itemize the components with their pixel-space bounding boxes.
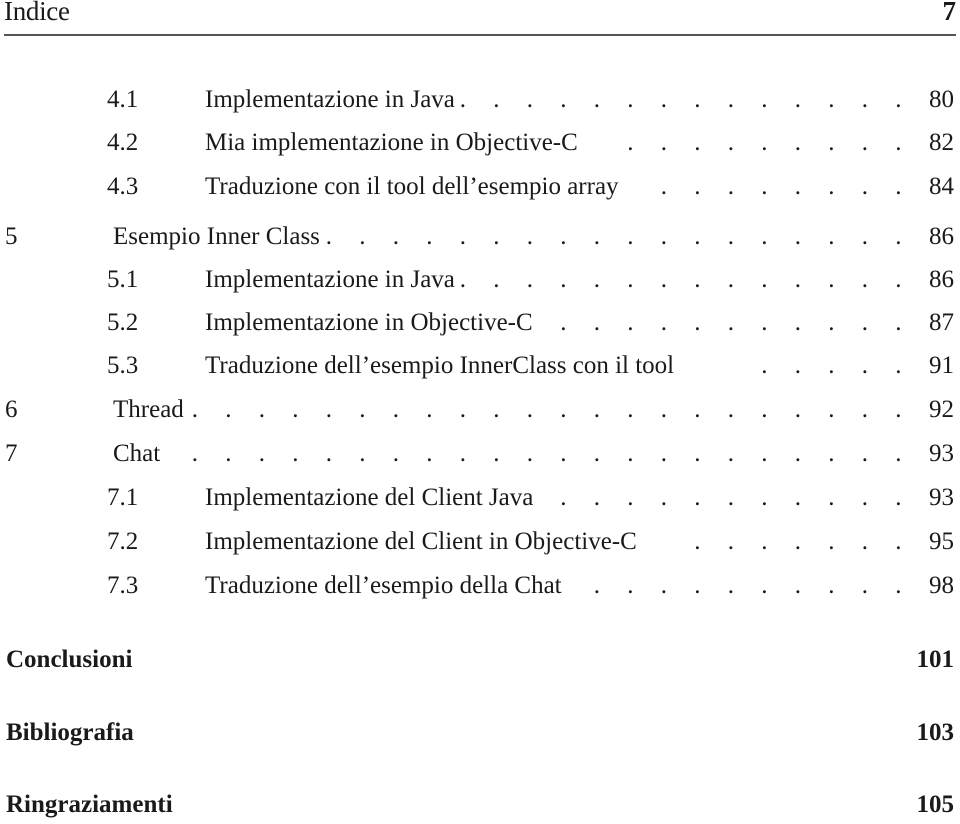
toc-entry-title-wrap: Implementazione del Client in Objective-… — [205, 525, 912, 559]
toc-entry-number: 7.3 — [107, 572, 139, 599]
toc-entry-page: 87 — [929, 309, 954, 336]
toc-entry-number: 4.2 — [107, 129, 139, 156]
toc-entry-6[interactable]: 6 Thread . . . . . . . . . . . . . . . .… — [0, 393, 960, 427]
toc-entry-page: 91 — [929, 352, 954, 379]
toc-entry-number: 7.1 — [107, 484, 139, 511]
toc-entry-title: Implementazione in Objective-C — [205, 306, 539, 340]
toc-entry-title-wrap: Bibliografia — [6, 716, 880, 750]
dot-leader: . . . . . . . — [694, 528, 912, 555]
toc-entry-title: Traduzione dell’esempio InnerClass con i… — [205, 349, 681, 383]
toc-entry-title-wrap: Thread . . . . . . . . . . . . . . . . .… — [113, 393, 912, 427]
toc-entry-page: 93 — [929, 440, 954, 467]
toc-entry-title-wrap: Implementazione del Client Java . . . . … — [205, 481, 912, 515]
toc-entry-page: 80 — [929, 86, 954, 113]
toc-entry-title-wrap: Implementazione in Java . . . . . . . . … — [205, 263, 912, 297]
toc-entry-page: 86 — [929, 266, 954, 293]
toc-entry-4-1[interactable]: 4.1 Implementazione in Java . . . . . . … — [0, 83, 960, 117]
toc-entry-bibliografia[interactable]: Bibliografia 103 — [0, 716, 960, 750]
toc-entry-title: Traduzione dell’esempio della Chat — [205, 569, 568, 603]
toc-entry-title-wrap: Esempio Inner Class . . . . . . . . . . … — [113, 220, 912, 254]
dot-leader: . . . . . . . . — [660, 173, 912, 200]
toc-entry-number: 5 — [5, 223, 18, 250]
toc-entry-title-wrap: Chat . . . . . . . . . . . . . . . . . .… — [113, 437, 912, 471]
header-title: Indice — [4, 0, 70, 26]
dot-leader: . . . . . . . . . . . . . . . . . . . . … — [190, 396, 912, 423]
toc-entry-4-2[interactable]: 4.2 Mia implementazione in Objective-C .… — [0, 126, 960, 160]
toc-entry-page: 95 — [929, 528, 954, 555]
dot-leader: . . . . . . . . . . . . . . . . . . . . … — [166, 440, 912, 467]
toc-entry-title: Esempio Inner Class — [113, 220, 326, 254]
toc-entry-number: 7.2 — [107, 528, 139, 555]
dot-leader: . . . . . . . . . . . . . — [539, 484, 912, 511]
toc-entry-number: 5.3 — [107, 352, 139, 379]
toc-entry-title-wrap: Traduzione dell’esempio InnerClass con i… — [205, 349, 912, 383]
dot-leader: . . . . . . . . . . . . . — [539, 309, 912, 336]
toc-entry-title: Implementazione in Java — [205, 83, 461, 117]
toc-entry-number: 5.2 — [107, 309, 139, 336]
toc-entry-number: 7 — [5, 440, 18, 467]
toc-entry-page: 92 — [929, 396, 954, 423]
toc-entry-title: Traduzione con il tool dell’esempio arra… — [205, 170, 625, 204]
toc-entry-ringraziamenti[interactable]: Ringraziamenti 105 — [0, 788, 960, 822]
running-header: Indice 7 — [4, 0, 956, 36]
toc-entry-number: 4.1 — [107, 86, 139, 113]
toc-entry-title-wrap: Implementazione in Objective-C . . . . .… — [205, 306, 912, 340]
toc-entry-5-2[interactable]: 5.2 Implementazione in Objective-C . . .… — [0, 306, 960, 340]
dot-leader: . . . . . . . . . . . . . . . . . — [460, 86, 912, 113]
toc-entry-page: 101 — [916, 646, 955, 673]
toc-entry-title-wrap: Implementazione in Java . . . . . . . . … — [205, 83, 912, 117]
toc-entry-number: 5.1 — [107, 266, 139, 293]
toc-entry-page: 93 — [929, 484, 954, 511]
toc-entry-title-wrap: Conclusioni — [6, 643, 880, 677]
dot-leader: . . . . . — [761, 352, 912, 379]
dot-leader: . . . . . . . . . . . . . . . . . . . . … — [325, 223, 912, 250]
toc-entry-title: Implementazione del Client Java — [205, 481, 540, 515]
toc-entry-5-3[interactable]: 5.3 Traduzione dell’esempio InnerClass c… — [0, 349, 960, 383]
toc-entry-page: 103 — [916, 719, 955, 746]
toc-entry-page: 84 — [929, 173, 954, 200]
toc-entry-page: 82 — [929, 129, 954, 156]
toc-entry-number: 4.3 — [107, 173, 139, 200]
toc-entry-title: Bibliografia — [6, 716, 140, 750]
toc-entry-4-3[interactable]: 4.3 Traduzione con il tool dell’esempio … — [0, 170, 960, 204]
toc-entry-title-wrap: Ringraziamenti — [6, 788, 880, 822]
toc-entry-title-wrap: Traduzione con il tool dell’esempio arra… — [205, 170, 912, 204]
toc-entry-title: Thread — [113, 393, 190, 427]
toc-entry-page: 105 — [916, 791, 955, 818]
toc-entry-7-1[interactable]: 7.1 Implementazione del Client Java . . … — [0, 481, 960, 515]
toc-entry-number: 6 — [5, 396, 18, 423]
toc-entry-page: 86 — [929, 223, 954, 250]
toc-entry-title-wrap: Mia implementazione in Objective-C . . .… — [205, 126, 912, 160]
toc-entry-title-wrap: Traduzione dell’esempio della Chat . . .… — [205, 569, 912, 603]
toc-entry-conclusioni[interactable]: Conclusioni 101 — [0, 643, 960, 677]
toc-entry-title: Mia implementazione in Objective-C — [205, 126, 584, 160]
dot-leader: . . . . . . . . . — [627, 129, 912, 156]
toc-entry-title: Ringraziamenti — [6, 788, 179, 822]
toc-entry-page: 98 — [929, 572, 954, 599]
toc-entry-title: Implementazione del Client in Objective-… — [205, 525, 643, 559]
toc-entry-title: Chat — [113, 437, 167, 471]
toc-entry-title: Conclusioni — [6, 643, 139, 677]
dot-leader: . . . . . . . . . . . — [567, 572, 912, 599]
header-page-number: 7 — [942, 0, 957, 26]
dot-leader: . . . . . . . . . . . . . . . . . — [460, 266, 912, 293]
toc-entry-7[interactable]: 7 Chat . . . . . . . . . . . . . . . . .… — [0, 437, 960, 471]
toc-entry-7-3[interactable]: 7.3 Traduzione dell’esempio della Chat .… — [0, 569, 960, 603]
toc-entry-7-2[interactable]: 7.2 Implementazione del Client in Object… — [0, 525, 960, 559]
toc-entry-5[interactable]: 5 Esempio Inner Class . . . . . . . . . … — [0, 220, 960, 254]
toc-entry-5-1[interactable]: 5.1 Implementazione in Java . . . . . . … — [0, 263, 960, 297]
toc-entry-title: Implementazione in Java — [205, 263, 461, 297]
